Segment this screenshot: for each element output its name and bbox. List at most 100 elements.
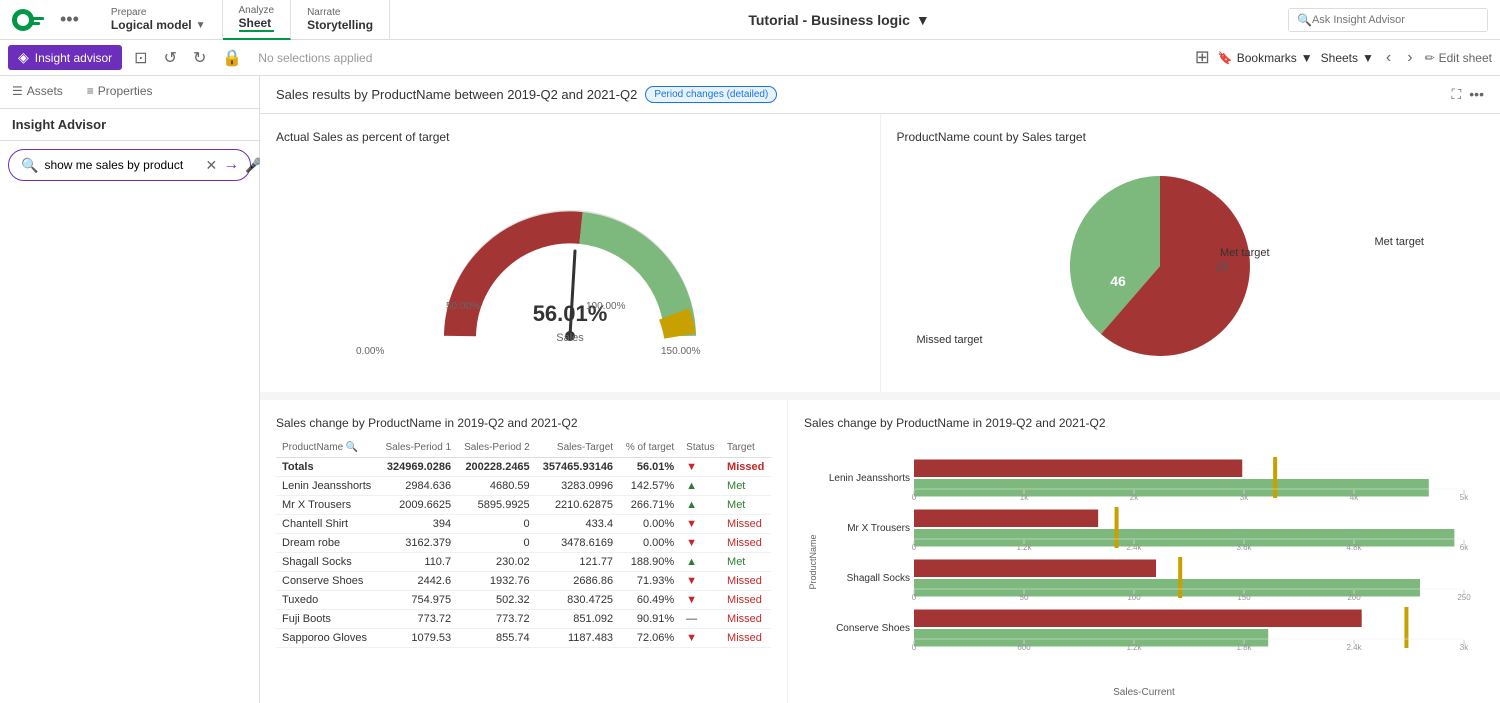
nav-right-icon[interactable]: ›	[1403, 47, 1416, 69]
svg-text:Lenin Jeansshorts: Lenin Jeansshorts	[829, 473, 910, 484]
nav-prepare[interactable]: Prepare Logical model ▼	[95, 0, 223, 40]
insight-advisor-button[interactable]: ◈ Insight advisor	[8, 45, 122, 70]
undo-icon[interactable]: ↺	[160, 46, 181, 70]
totals-p2: 200228.2465	[457, 458, 536, 477]
row-p1: 394	[379, 515, 458, 534]
col-productname: ProductName 🔍	[276, 438, 379, 458]
toolbar-right: ⊞ 🔖 Bookmarks ▼ Sheets ▼ ‹ › ✏ Edit shee…	[1195, 47, 1492, 69]
row-p2: 502.32	[457, 591, 536, 610]
qlik-logo-icon	[12, 9, 44, 31]
nav-right: 🔍	[1288, 8, 1488, 32]
svg-text:29: 29	[1215, 260, 1229, 274]
svg-text:0: 0	[912, 643, 917, 652]
tab-properties[interactable]: ≡ Properties	[75, 76, 165, 108]
table-row[interactable]: Fuji Boots 773.72 773.72 851.092 90.91% …	[276, 610, 771, 629]
row-arrow: —	[680, 610, 721, 629]
row-pct: 142.57%	[619, 477, 680, 496]
bar-chart-title: Sales change by ProductName in 2019-Q2 a…	[804, 416, 1484, 430]
row-arrow: ▲	[680, 477, 721, 496]
gauge-label-150: 150.00%	[661, 346, 700, 357]
search-submit-icon[interactable]: →	[223, 156, 239, 174]
pie-panel: ProductName count by Sales target	[881, 114, 1500, 392]
more-options-icon[interactable]: •••	[1469, 86, 1484, 103]
col-pct: % of target	[619, 438, 680, 458]
redo-icon[interactable]: ↻	[189, 46, 210, 70]
nav-left-icon[interactable]: ‹	[1382, 47, 1395, 69]
svg-text:1.2k: 1.2k	[1016, 543, 1032, 552]
row-name: Chantell Shirt	[276, 515, 379, 534]
row-p1: 773.72	[379, 610, 458, 629]
top-nav: ••• Prepare Logical model ▼ Analyze Shee…	[0, 0, 1500, 40]
svg-text:Sales: Sales	[556, 332, 584, 344]
row-arrow: ▼	[680, 515, 721, 534]
bar-chart-svg: Lenin Jeansshorts01k2k3k4k5kMr X Trouser…	[804, 442, 1484, 682]
bookmarks-button[interactable]: 🔖 Bookmarks ▼	[1218, 51, 1313, 65]
svg-text:600: 600	[1017, 643, 1031, 652]
table-row[interactable]: Mr X Trousers 2009.6625 5895.9925 2210.6…	[276, 496, 771, 515]
svg-text:0: 0	[912, 593, 917, 602]
totals-status: Missed	[721, 458, 771, 477]
totals-pct: 56.01%	[619, 458, 680, 477]
totals-name: Totals	[276, 458, 379, 477]
row-p1: 2442.6	[379, 572, 458, 591]
row-status: Met	[721, 553, 771, 572]
nav-more-icon[interactable]: •••	[60, 9, 79, 30]
sheets-button[interactable]: Sheets ▼	[1321, 51, 1374, 65]
table-row[interactable]: Dream robe 3162.379 0 3478.6169 0.00% ▼ …	[276, 534, 771, 553]
row-arrow: ▼	[680, 572, 721, 591]
top-search-box[interactable]: 🔍	[1288, 8, 1488, 32]
table-row[interactable]: Tuxedo 754.975 502.32 830.4725 60.49% ▼ …	[276, 591, 771, 610]
svg-text:4k: 4k	[1350, 493, 1359, 502]
table-row[interactable]: Lenin Jeansshorts 2984.636 4680.59 3283.…	[276, 477, 771, 496]
assets-icon: ☰	[12, 84, 23, 98]
toolbar: ◈ Insight advisor ⊡ ↺ ↻ 🔒 No selections …	[0, 40, 1500, 76]
table-row[interactable]: Shagall Socks 110.7 230.02 121.77 188.90…	[276, 553, 771, 572]
row-p1: 2009.6625	[379, 496, 458, 515]
insight-search-bar[interactable]: 🔍 ✕ → 🎤	[8, 149, 251, 181]
col-search-icon[interactable]: 🔍	[346, 442, 358, 453]
table-row[interactable]: Conserve Shoes 2442.6 1932.76 2686.86 71…	[276, 572, 771, 591]
search-clear-icon[interactable]: ✕	[205, 157, 217, 174]
top-search-input[interactable]	[1312, 14, 1472, 26]
edit-sheet-button[interactable]: ✏ Edit sheet	[1425, 51, 1492, 65]
totals-p1: 324969.0286	[379, 458, 458, 477]
search-bar-icon: 🔍	[21, 157, 38, 174]
col-target: Sales-Target	[536, 438, 619, 458]
selection-tool-icon[interactable]: ⊡	[130, 46, 151, 70]
row-status: Met	[721, 496, 771, 515]
table-row[interactable]: Sapporoo Gloves 1079.53 855.74 1187.483 …	[276, 629, 771, 648]
svg-text:2k: 2k	[1130, 493, 1139, 502]
svg-text:ProductName: ProductName	[808, 534, 818, 589]
row-target: 1187.483	[536, 629, 619, 648]
row-pct: 0.00%	[619, 534, 680, 553]
svg-text:Mr X Trousers: Mr X Trousers	[847, 523, 910, 534]
grid-icon[interactable]: ⊞	[1195, 47, 1210, 68]
gauge-panel: Actual Sales as percent of target 0.00% …	[260, 114, 881, 392]
nav-narrate[interactable]: Narrate Storytelling	[291, 0, 390, 40]
tab-assets[interactable]: ☰ Assets	[0, 76, 75, 108]
row-arrow: ▼	[680, 591, 721, 610]
table-row[interactable]: Chantell Shirt 394 0 433.4 0.00% ▼ Misse…	[276, 515, 771, 534]
svg-text:3k: 3k	[1460, 643, 1469, 652]
lock-icon[interactable]: 🔒	[218, 46, 246, 70]
insight-search-input[interactable]	[44, 158, 199, 172]
svg-text:Met target: Met target	[1220, 247, 1270, 259]
pie-svg: 46 Met target 29 Missed target	[1000, 156, 1380, 376]
missed-target-label: Missed target	[917, 334, 983, 346]
row-target: 121.77	[536, 553, 619, 572]
svg-text:1.2k: 1.2k	[1126, 643, 1142, 652]
gauge-label-100: 100.00%	[586, 301, 625, 312]
svg-text:3k: 3k	[1240, 493, 1249, 502]
row-p1: 754.975	[379, 591, 458, 610]
gauge-label-50: 50.00%	[446, 301, 480, 312]
nav-analyze[interactable]: Analyze Sheet	[223, 0, 292, 40]
app-title[interactable]: Tutorial - Business logic ▼	[748, 12, 929, 28]
svg-text:1.8k: 1.8k	[1236, 643, 1252, 652]
row-arrow: ▼	[680, 534, 721, 553]
col-target-label: Target	[721, 438, 771, 458]
row-target: 851.092	[536, 610, 619, 629]
svg-text:250: 250	[1457, 593, 1471, 602]
bottom-row: Sales change by ProductName in 2019-Q2 a…	[260, 400, 1500, 703]
expand-icon[interactable]: ⛶	[1451, 86, 1461, 103]
met-target-label: Met target	[1374, 236, 1424, 248]
